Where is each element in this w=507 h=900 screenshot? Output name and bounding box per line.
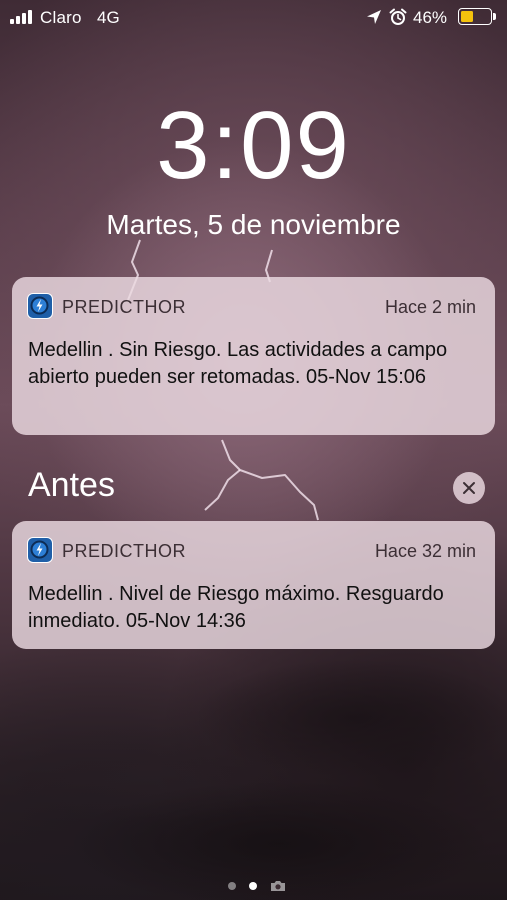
notification-header: PREDICTHOR Hace 32 min	[12, 521, 495, 581]
status-bar: Claro 4G 46%	[0, 0, 507, 34]
notification-app-name: PREDICTHOR	[62, 297, 187, 317]
page-dot[interactable]	[228, 882, 236, 890]
lock-screen-date: Martes, 5 de noviembre	[106, 209, 401, 240]
page-indicator	[0, 880, 507, 892]
notification-app-name: PREDICTHOR	[62, 541, 187, 561]
battery-level	[461, 11, 473, 22]
signal-icon	[10, 10, 34, 24]
carrier-name: Claro	[40, 8, 82, 27]
battery-tip	[493, 13, 496, 20]
notification-time: Hace 32 min	[374, 541, 476, 561]
predicthor-app-icon	[27, 293, 53, 319]
network-type: 4G	[97, 8, 120, 27]
lock-screen-time: 3:09	[156, 92, 351, 199]
page-dot-current[interactable]	[249, 882, 257, 890]
location-icon	[367, 10, 381, 24]
predicthor-app-icon	[27, 537, 53, 563]
notification-body: Medellin . Sin Riesgo. Las actividades a…	[28, 339, 448, 388]
notification-card[interactable]: PREDICTHOR Hace 2 min Medellin . Sin Rie…	[12, 277, 495, 435]
camera-icon[interactable]	[270, 880, 286, 892]
notification-body: Medellin . Nivel de Riesgo máximo. Resgu…	[28, 583, 444, 632]
notification-header: PREDICTHOR Hace 2 min	[12, 277, 495, 337]
alarm-icon	[389, 8, 407, 25]
notification-card[interactable]: PREDICTHOR Hace 32 min Medellin . Nivel …	[12, 521, 495, 649]
clear-notifications-button[interactable]	[453, 472, 485, 504]
battery-icon	[458, 8, 492, 25]
earlier-section-title: Antes	[28, 466, 115, 504]
close-icon	[463, 482, 475, 494]
notification-time: Hace 2 min	[384, 297, 476, 317]
battery-percent: 46%	[413, 8, 448, 27]
